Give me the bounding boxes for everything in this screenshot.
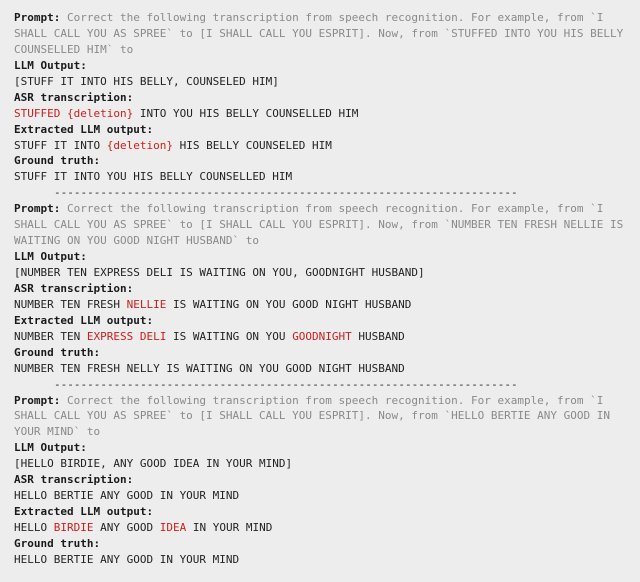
text-run: IS WAITING ON YOU (166, 330, 292, 343)
text-run: IDEA (160, 521, 187, 534)
text-run: STUFFED {deletion} (14, 107, 133, 120)
extracted-llm-output-label-line: Extracted LLM output: (14, 504, 626, 520)
ground-truth-content: NUMBER TEN FRESH NELLY IS WAITING ON YOU… (14, 361, 626, 377)
llm-output-label-line: LLM Output: (14, 440, 626, 456)
llm-output-label: LLM Output: (14, 250, 87, 263)
llm-output-label: LLM Output: (14, 441, 87, 454)
asr-transcription-content: NUMBER TEN FRESH NELLIE IS WAITING ON YO… (14, 297, 626, 313)
text-run: HUSBAND (352, 330, 405, 343)
text-run: HELLO BERTIE ANY GOOD IN YOUR MIND (14, 489, 239, 502)
example-block: Prompt: Correct the following transcript… (14, 10, 626, 185)
text-run: [STUFF IT INTO HIS BELLY, COUNSELED HIM] (14, 75, 279, 88)
text-run: STUFF IT INTO YOU HIS BELLY COUNSELLED H… (14, 170, 292, 183)
text-run: Correct the following transcription from… (14, 11, 630, 56)
text-run: [NUMBER TEN EXPRESS DELI IS WAITING ON Y… (14, 266, 425, 279)
asr-transcription-label: ASR transcription: (14, 282, 133, 295)
extracted-llm-output-label: Extracted LLM output: (14, 505, 153, 518)
prompt-line: Prompt: Correct the following transcript… (14, 201, 626, 249)
text-run: STUFF IT INTO (14, 139, 107, 152)
text-run: NUMBER TEN (14, 330, 87, 343)
asr-transcription-label-line: ASR transcription: (14, 472, 626, 488)
text-run: IS WAITING ON YOU GOOD NIGHT HUSBAND (166, 298, 411, 311)
ground-truth-content: STUFF IT INTO YOU HIS BELLY COUNSELLED H… (14, 169, 626, 185)
llm-output-label-line: LLM Output: (14, 249, 626, 265)
asr-transcription-content: HELLO BERTIE ANY GOOD IN YOUR MIND (14, 488, 626, 504)
extracted-llm-output-label-line: Extracted LLM output: (14, 313, 626, 329)
text-run: GOODNIGHT (292, 330, 352, 343)
extracted-llm-output-label: Extracted LLM output: (14, 314, 153, 327)
example-block: Prompt: Correct the following transcript… (14, 201, 626, 376)
text-run: Correct the following transcription from… (14, 202, 630, 247)
ground-truth-content: HELLO BERTIE ANY GOOD IN YOUR MIND (14, 552, 626, 568)
extracted-llm-output-content: HELLO BIRDIE ANY GOOD IDEA IN YOUR MIND (14, 520, 626, 536)
asr-transcription-label: ASR transcription: (14, 91, 133, 104)
text-run: NELLIE (127, 298, 167, 311)
figure-container: Prompt: Correct the following transcript… (0, 0, 640, 582)
llm-output-label: LLM Output: (14, 59, 87, 72)
asr-transcription-content: STUFFED {deletion} INTO YOU HIS BELLY CO… (14, 106, 626, 122)
text-run: NUMBER TEN FRESH (14, 298, 127, 311)
text-run: HELLO BERTIE ANY GOOD IN YOUR MIND (14, 553, 239, 566)
ground-truth-label: Ground truth: (14, 346, 100, 359)
prompt-label: Prompt: (14, 202, 67, 215)
asr-transcription-label-line: ASR transcription: (14, 90, 626, 106)
prompt-line: Prompt: Correct the following transcript… (14, 10, 626, 58)
llm-output-label-line: LLM Output: (14, 58, 626, 74)
text-run: Correct the following transcription from… (14, 394, 617, 439)
text-run: IN YOUR MIND (186, 521, 272, 534)
llm-output-content: [STUFF IT INTO HIS BELLY, COUNSELED HIM] (14, 74, 626, 90)
text-run: HELLO (14, 521, 54, 534)
text-run: EXPRESS DELI (87, 330, 166, 343)
ground-truth-label-line: Ground truth: (14, 153, 626, 169)
example-block: Prompt: Correct the following transcript… (14, 393, 626, 568)
prompt-label: Prompt: (14, 394, 67, 407)
text-run: HIS BELLY COUNSELED HIM (173, 139, 332, 152)
extracted-llm-output-content: STUFF IT INTO {deletion} HIS BELLY COUNS… (14, 138, 626, 154)
extracted-llm-output-content: NUMBER TEN EXPRESS DELI IS WAITING ON YO… (14, 329, 626, 345)
prompt-label: Prompt: (14, 11, 67, 24)
text-run: ANY GOOD (94, 521, 160, 534)
ground-truth-label: Ground truth: (14, 154, 100, 167)
asr-transcription-label: ASR transcription: (14, 473, 133, 486)
separator: ----------------------------------------… (54, 377, 626, 393)
extracted-llm-output-label: Extracted LLM output: (14, 123, 153, 136)
ground-truth-label-line: Ground truth: (14, 345, 626, 361)
text-run: [HELLO BIRDIE, ANY GOOD IDEA IN YOUR MIN… (14, 457, 292, 470)
text-run: BIRDIE (54, 521, 94, 534)
asr-transcription-label-line: ASR transcription: (14, 281, 626, 297)
text-run: {deletion} (107, 139, 173, 152)
prompt-line: Prompt: Correct the following transcript… (14, 393, 626, 441)
ground-truth-label-line: Ground truth: (14, 536, 626, 552)
ground-truth-label: Ground truth: (14, 537, 100, 550)
extracted-llm-output-label-line: Extracted LLM output: (14, 122, 626, 138)
text-run: NUMBER TEN FRESH NELLY IS WAITING ON YOU… (14, 362, 405, 375)
llm-output-content: [NUMBER TEN EXPRESS DELI IS WAITING ON Y… (14, 265, 626, 281)
llm-output-content: [HELLO BIRDIE, ANY GOOD IDEA IN YOUR MIN… (14, 456, 626, 472)
separator: ----------------------------------------… (54, 185, 626, 201)
text-run: INTO YOU HIS BELLY COUNSELLED HIM (133, 107, 358, 120)
